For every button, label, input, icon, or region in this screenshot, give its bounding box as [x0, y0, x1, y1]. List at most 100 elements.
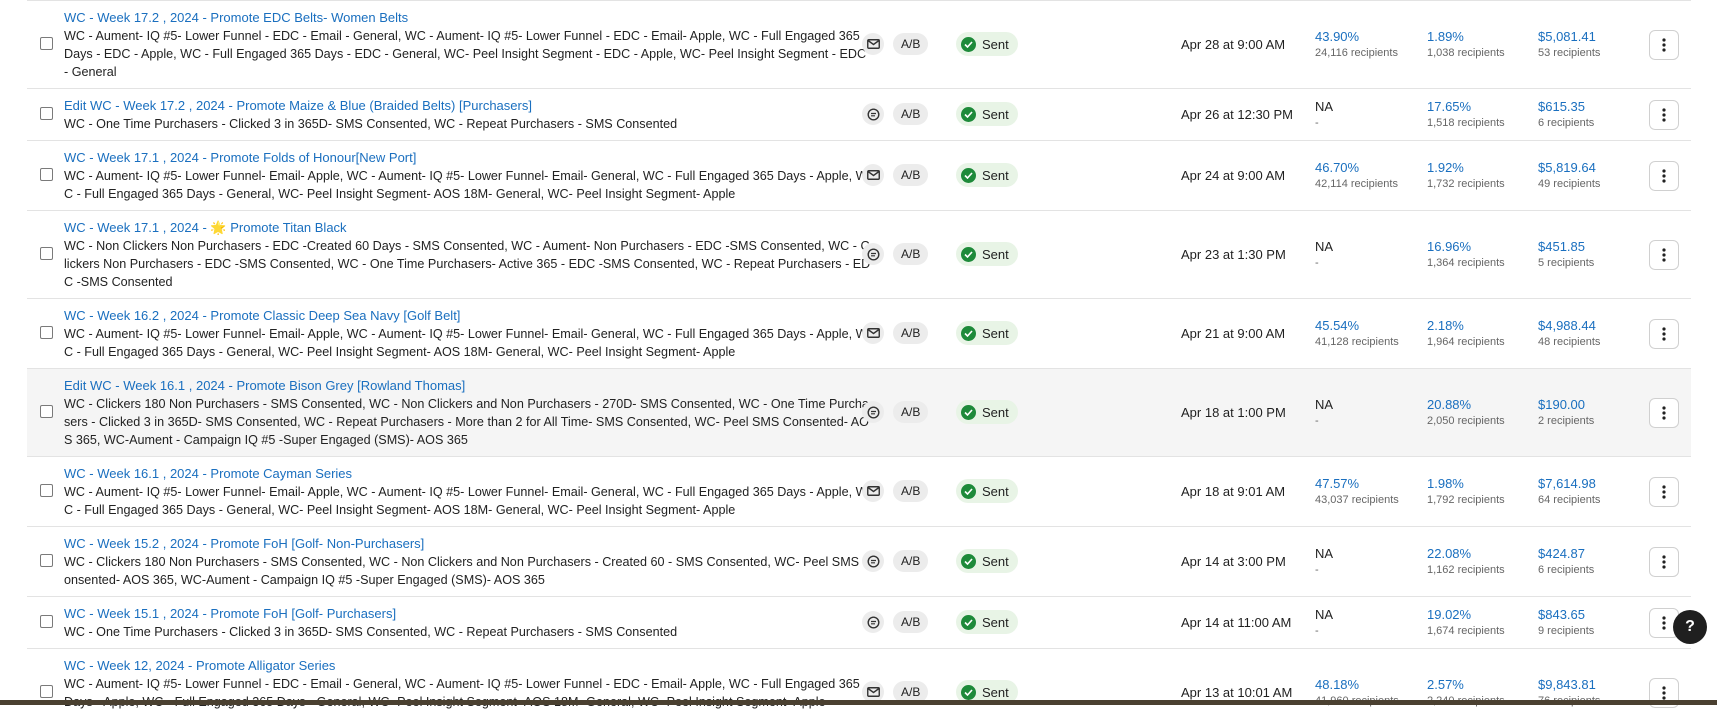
more-options-button[interactable] — [1649, 30, 1679, 60]
ab-test-badge: A/B — [893, 401, 929, 423]
revenue-link[interactable]: $7,614.98 — [1538, 476, 1600, 492]
revenue-link[interactable]: $843.65 — [1538, 607, 1594, 623]
campaign-title-link[interactable]: WC - Week 17.1 , 2024 - Promote Folds of… — [64, 150, 872, 166]
open-rate-link[interactable]: 43.90% — [1315, 29, 1398, 45]
open-recipients: - — [1315, 257, 1319, 269]
revenue-link[interactable]: $5,081.41 — [1538, 29, 1600, 45]
more-options-button[interactable] — [1649, 100, 1679, 130]
table-row[interactable]: Edit WC - Week 16.1 , 2024 - Promote Bis… — [27, 369, 1691, 457]
click-rate-link[interactable]: 1.92% — [1427, 160, 1505, 176]
status-label: Sent — [982, 36, 1009, 52]
row-checkbox[interactable] — [40, 326, 53, 339]
status-label: Sent — [982, 483, 1009, 499]
table-row[interactable]: WC - Week 15.1 , 2024 - Promote FoH [Gol… — [27, 597, 1691, 649]
check-icon — [961, 36, 976, 52]
click-rate-link[interactable]: 2.57% — [1427, 677, 1505, 693]
click-rate-link[interactable]: 19.02% — [1427, 607, 1505, 623]
campaign-title-link[interactable]: WC - Week 15.1 , 2024 - Promote FoH [Gol… — [64, 606, 872, 622]
revenue-recipients: 48 recipients — [1538, 336, 1601, 348]
campaign-title-link[interactable]: WC - Week 15.2 , 2024 - Promote FoH [Gol… — [64, 536, 872, 552]
status-badge: Sent — [956, 32, 1018, 56]
open-rate-value: NA — [1315, 239, 1334, 254]
more-options-button[interactable] — [1649, 161, 1679, 191]
ab-test-badge: A/B — [893, 243, 929, 265]
more-options-button[interactable] — [1649, 240, 1679, 270]
revenue-link[interactable]: $615.35 — [1538, 99, 1594, 115]
more-options-button[interactable] — [1649, 547, 1679, 577]
click-rate-link[interactable]: 17.65% — [1427, 99, 1505, 115]
revenue-recipients: 9 recipients — [1538, 625, 1595, 637]
open-recipients: 43,037 recipients — [1315, 494, 1399, 506]
open-recipients: 41,128 recipients — [1315, 336, 1399, 348]
status-label: Sent — [982, 167, 1009, 183]
ab-test-badge: A/B — [893, 103, 929, 125]
click-rate-link[interactable]: 1.98% — [1427, 476, 1505, 492]
revenue-link[interactable]: $451.85 — [1538, 239, 1594, 255]
campaign-audience: WC - Clickers 180 Non Purchasers - SMS C… — [64, 555, 872, 587]
revenue-link[interactable]: $5,819.64 — [1538, 160, 1600, 176]
campaign-title-link[interactable]: Edit WC - Week 16.1 , 2024 - Promote Bis… — [64, 378, 872, 394]
table-row[interactable]: WC - Week 17.1 , 2024 - Promote Folds of… — [27, 141, 1691, 211]
revenue-link[interactable]: $4,988.44 — [1538, 318, 1600, 334]
ab-test-badge: A/B — [893, 322, 929, 344]
click-recipients: 1,038 recipients — [1427, 47, 1505, 59]
revenue-link[interactable]: $190.00 — [1538, 397, 1594, 413]
revenue-link[interactable]: $9,843.81 — [1538, 677, 1600, 693]
table-row[interactable]: WC - Week 17.2 , 2024 - Promote EDC Belt… — [27, 1, 1691, 89]
campaign-title-link[interactable]: WC - Week 12, 2024 - Promote Alligator S… — [64, 658, 872, 674]
open-rate-link[interactable]: 45.54% — [1315, 318, 1399, 334]
table-row[interactable]: WC - Week 17.1 , 2024 - 🌟 Promote Titan … — [27, 211, 1691, 299]
check-icon — [961, 106, 976, 122]
open-rate-link[interactable]: 47.57% — [1315, 476, 1399, 492]
table-row[interactable]: WC - Week 16.2 , 2024 - Promote Classic … — [27, 299, 1691, 369]
open-rate-link[interactable]: 46.70% — [1315, 160, 1398, 176]
campaign-title-link[interactable]: WC - Week 17.2 , 2024 - Promote EDC Belt… — [64, 10, 872, 26]
click-recipients: 2,050 recipients — [1427, 415, 1505, 427]
table-row[interactable]: Edit WC - Week 17.2 , 2024 - Promote Mai… — [27, 89, 1691, 141]
revenue-recipients: 64 recipients — [1538, 494, 1601, 506]
click-recipients: 1,162 recipients — [1427, 564, 1505, 576]
ab-test-badge: A/B — [893, 550, 929, 572]
click-rate-link[interactable]: 20.88% — [1427, 397, 1505, 413]
campaign-audience: WC - Aument- IQ #5- Lower Funnel- Email-… — [64, 169, 868, 201]
open-rate-link[interactable]: 48.18% — [1315, 677, 1399, 693]
campaign-title-link[interactable]: WC - Week 17.1 , 2024 - 🌟 Promote Titan … — [64, 220, 872, 236]
open-recipients: - — [1315, 625, 1319, 637]
click-recipients: 1,364 recipients — [1427, 257, 1505, 269]
campaign-title-link[interactable]: Edit WC - Week 17.2 , 2024 - Promote Mai… — [64, 98, 872, 114]
row-checkbox[interactable] — [40, 168, 53, 181]
row-checkbox[interactable] — [40, 554, 53, 567]
sms-icon — [862, 401, 884, 423]
campaign-title-link[interactable]: WC - Week 16.1 , 2024 - Promote Cayman S… — [64, 466, 872, 482]
click-rate-link[interactable]: 16.96% — [1427, 239, 1505, 255]
row-checkbox[interactable] — [40, 685, 53, 698]
sms-icon — [862, 243, 884, 265]
table-row[interactable]: WC - Week 15.2 , 2024 - Promote FoH [Gol… — [27, 527, 1691, 597]
open-recipients: - — [1315, 564, 1319, 576]
help-button[interactable]: ? — [1673, 610, 1707, 644]
row-checkbox[interactable] — [40, 615, 53, 628]
check-icon — [961, 246, 976, 262]
row-checkbox[interactable] — [40, 484, 53, 497]
more-options-button[interactable] — [1649, 319, 1679, 349]
row-checkbox[interactable] — [40, 247, 53, 260]
table-row[interactable]: WC - Week 16.1 , 2024 - Promote Cayman S… — [27, 457, 1691, 527]
status-label: Sent — [982, 106, 1009, 122]
email-icon — [862, 480, 884, 502]
more-options-button[interactable] — [1649, 398, 1679, 428]
click-rate-link[interactable]: 2.18% — [1427, 318, 1505, 334]
campaigns-table: WC - Week 17.2 , 2024 - Promote EDC Belt… — [27, 0, 1691, 709]
click-rate-link[interactable]: 1.89% — [1427, 29, 1505, 45]
revenue-recipients: 6 recipients — [1538, 564, 1595, 576]
ab-test-badge: A/B — [893, 164, 929, 186]
row-checkbox[interactable] — [40, 405, 53, 418]
status-badge: Sent — [956, 242, 1018, 266]
row-checkbox[interactable] — [40, 37, 53, 50]
more-options-button[interactable] — [1649, 477, 1679, 507]
revenue-link[interactable]: $424.87 — [1538, 546, 1594, 562]
campaign-title-link[interactable]: WC - Week 16.2 , 2024 - Promote Classic … — [64, 308, 872, 324]
open-rate-value: NA — [1315, 99, 1334, 114]
click-rate-link[interactable]: 22.08% — [1427, 546, 1505, 562]
send-date: Apr 26 at 12:30 PM — [1181, 107, 1294, 122]
row-checkbox[interactable] — [40, 107, 53, 120]
